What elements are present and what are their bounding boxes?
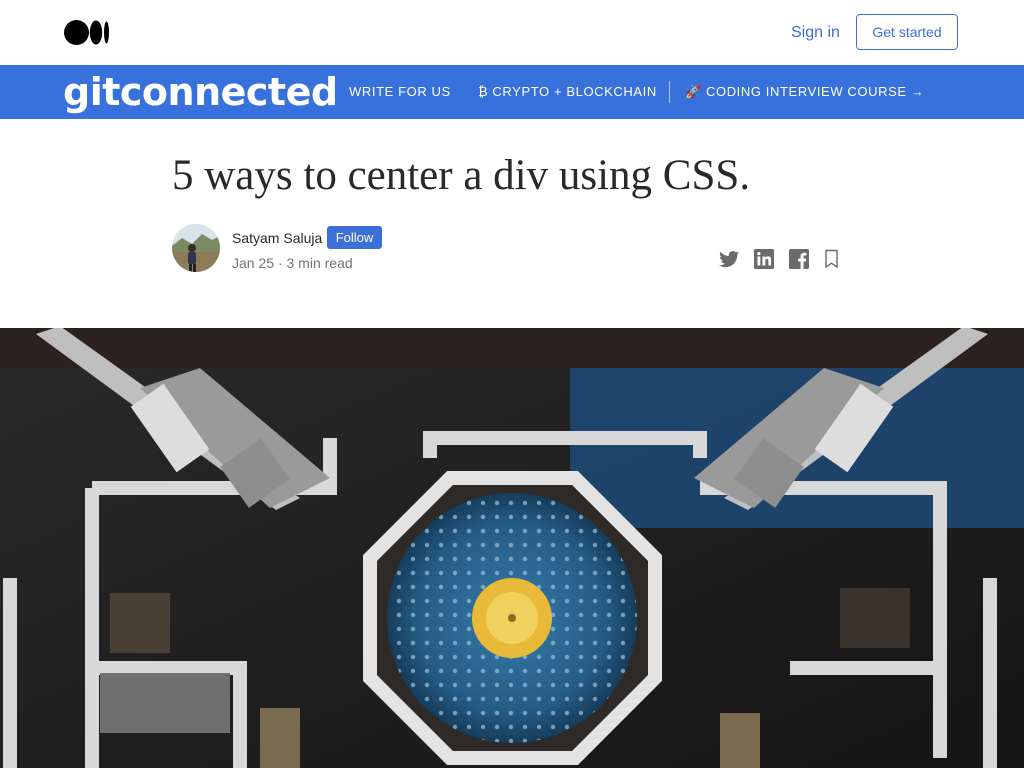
linkedin-icon[interactable] <box>752 247 776 271</box>
sign-in-link[interactable]: Sign in <box>791 24 840 42</box>
author-avatar[interactable] <box>172 224 220 272</box>
article-title: 5 ways to center a div using CSS. <box>172 152 751 199</box>
author-name[interactable]: Satyam Saluja <box>232 230 322 246</box>
medium-logo-icon[interactable] <box>64 20 110 45</box>
publication-nav: gitconnected Write for us ₿ Crypto + Blo… <box>0 65 1024 119</box>
nav-crypto-blockchain[interactable]: ₿ Crypto + Blockchain <box>478 84 657 99</box>
meta-separator: · <box>277 255 283 271</box>
publish-date: Jan 25 <box>232 255 275 271</box>
nav-divider <box>669 81 670 103</box>
bookmark-icon[interactable] <box>820 247 844 271</box>
twitter-icon[interactable] <box>717 247 741 271</box>
article-meta: Jan 25 · 3 min read <box>232 255 353 271</box>
get-started-button[interactable]: Get started <box>856 14 958 50</box>
facebook-icon[interactable] <box>787 247 811 271</box>
nav-write-for-us[interactable]: Write for us <box>349 84 451 99</box>
publication-logo[interactable]: gitconnected <box>63 69 338 115</box>
hero-image <box>0 328 1024 768</box>
follow-button[interactable]: Follow <box>327 226 382 249</box>
nav-coding-interview-course[interactable]: 🚀 Coding Interview Course → <box>685 84 924 100</box>
read-time: 3 min read <box>286 255 353 271</box>
top-bar: Sign in Get started <box>0 0 1024 65</box>
